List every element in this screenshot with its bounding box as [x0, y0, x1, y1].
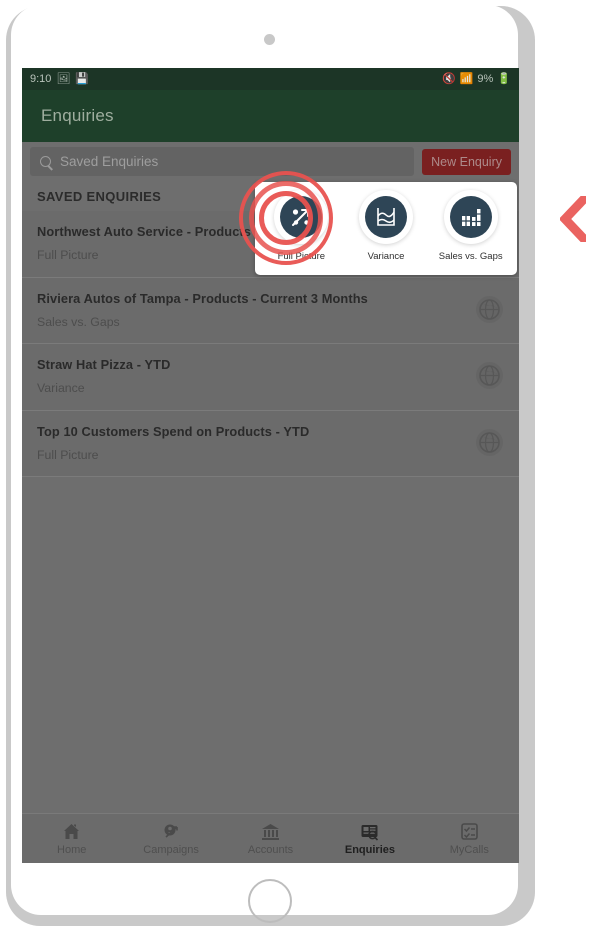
home-circle-button[interactable] [248, 879, 292, 923]
bank-icon [261, 822, 280, 841]
enquiry-type-popup: Full Picture Variance Sales vs. Gaps [239, 171, 517, 275]
popup-option-label: Variance [367, 251, 405, 262]
camera-dot-icon [264, 34, 275, 45]
save-icon: 💾 [75, 72, 90, 85]
nav-label: Accounts [247, 843, 294, 856]
globe-icon[interactable] [476, 295, 503, 323]
list-item[interactable]: Top 10 Customers Spend on Products - YTD… [22, 410, 519, 477]
trend-scatter-icon [280, 196, 323, 238]
mute-icon: 🔇 [441, 72, 456, 85]
list-item[interactable]: Straw Hat Pizza - YTD Variance [22, 344, 519, 411]
nav-item-campaigns[interactable]: Campaigns [121, 822, 220, 856]
nav-label: Home [57, 843, 87, 856]
page-root: 9:10 🖼 💾 🔇 📶 9% 🔋 Enquiries Saved Enquir… [0, 0, 590, 941]
popup-option-label: Sales vs. Gaps [438, 251, 503, 262]
checklist-icon [460, 822, 479, 841]
status-bar-right: 🔇 📶 9% 🔋 [442, 73, 511, 85]
globe-icon[interactable] [476, 362, 503, 389]
page-title: Enquiries [41, 106, 114, 125]
globe-icon[interactable] [476, 428, 503, 456]
image-icon: 🖼 [56, 72, 71, 85]
search-row: Saved Enquiries New Enquiry [22, 142, 519, 181]
enquiry-title: Riviera Autos of Tampa - Products - Curr… [37, 290, 368, 306]
enquiry-title: Straw Hat Pizza - YTD [37, 357, 171, 372]
status-bar: 9:10 🖼 💾 🔇 📶 9% 🔋 [22, 68, 519, 90]
section-header-label: SAVED ENQUIRIES [37, 188, 162, 204]
enquiry-subtitle: Variance [37, 381, 85, 395]
list-empty-area [22, 477, 519, 807]
enquiry-subtitle: Sales vs. Gaps [37, 314, 120, 329]
nav-label: Enquiries [344, 843, 395, 856]
nav-item-accounts[interactable]: Accounts [221, 822, 320, 856]
enquiry-title: Top 10 Customers Spend on Products - YTD [37, 423, 310, 439]
popup-option-sales-vs-gaps[interactable]: Sales vs. Gaps [428, 190, 513, 275]
popup-option-full-picture[interactable]: Full Picture [239, 171, 344, 275]
search-input[interactable]: Saved Enquiries [30, 147, 415, 176]
popup-option-label: Full Picture [277, 251, 326, 262]
nav-item-enquiries[interactable]: Enquiries [320, 822, 419, 856]
campaign-icon [162, 822, 181, 841]
battery-percent-label: 9% [477, 73, 494, 85]
wifi-icon: 📶 [459, 72, 474, 85]
battery-icon: 🔋 [497, 72, 511, 85]
home-icon [62, 822, 81, 841]
app-screen: 9:10 🖼 💾 🔇 📶 9% 🔋 Enquiries Saved Enquir… [22, 68, 519, 863]
line-chart-icon [365, 196, 407, 238]
new-enquiry-button[interactable]: New Enquiry [422, 148, 511, 175]
list-item[interactable]: Riviera Autos of Tampa - Products - Curr… [22, 277, 519, 344]
chevron-left-icon [558, 192, 590, 246]
search-placeholder: Saved Enquiries [60, 154, 159, 169]
enquiries-icon [360, 822, 379, 841]
status-time: 9:10 [30, 73, 52, 85]
search-icon [40, 156, 51, 167]
status-bar-left: 9:10 🖼 💾 [30, 73, 89, 85]
nav-item-mycalls[interactable]: MyCalls [420, 822, 519, 856]
popup-option-variance[interactable]: Variance [344, 190, 429, 275]
bottom-navigation: Home Campaigns Accounts Enquiries MyCall… [22, 813, 519, 863]
bar-chart-icon [449, 196, 492, 238]
nav-label: Campaigns [143, 843, 199, 856]
enquiry-subtitle: Full Picture [37, 447, 99, 462]
app-bar: Enquiries [22, 90, 519, 142]
nav-item-home[interactable]: Home [22, 822, 121, 856]
nav-label: MyCalls [449, 843, 489, 856]
